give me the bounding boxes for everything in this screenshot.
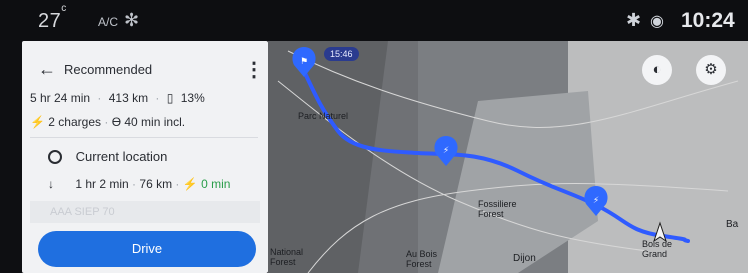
gear-icon: ⚙ (704, 61, 718, 78)
flag-icon: ⚑ (300, 57, 308, 67)
current-location-label: Current location (75, 149, 168, 164)
divider (30, 137, 258, 138)
map-view[interactable]: ⚡ ⚡ ⚑ 15:46 Parc Naturel Fossiliere Fore… (268, 41, 748, 273)
fan-icon[interactable]: ✻ (124, 10, 139, 31)
next-stop-faded: AAA SIEP 70 (30, 201, 260, 223)
route-stats: 5 hr 24 min · 413 km · ▯ 13% (30, 91, 209, 105)
map-label-au-bois: Au Bois Forest (406, 249, 438, 269)
back-arrow-icon[interactable]: ← (38, 59, 56, 80)
bluetooth-icon: ✱ (626, 10, 642, 30)
temperature-readout[interactable]: 27c (38, 3, 67, 33)
charger-icon: ⚡ (443, 146, 449, 156)
current-location-row[interactable]: Current location (48, 149, 167, 164)
separator-dot: · (97, 91, 102, 105)
separator-dot: · (104, 115, 109, 129)
down-arrow-icon: ↓ (48, 177, 54, 191)
route-type-title: Recommended (64, 62, 153, 77)
green-charge-icon: ⚡ (182, 177, 198, 191)
status-bar: 27c A/C ✻ ✱ ◉ 10:24 (0, 0, 748, 40)
separator-dot: · (132, 177, 137, 191)
clock: 10:24 (681, 9, 735, 32)
first-leg-row: ↓ 1 hr 2 min · 76 km · ⚡ 0 min (48, 177, 230, 191)
drive-button[interactable]: Drive (38, 231, 256, 267)
temperature-value: 27 (38, 10, 62, 32)
panel-header: ← Recommended ⋮ (38, 57, 264, 83)
map-layers-icon: ◐ (652, 61, 662, 78)
map-layers-button[interactable]: ◐ (642, 55, 672, 85)
location-pin-icon (48, 150, 62, 164)
charging-time: 40 min incl. (124, 115, 186, 129)
camera-icon[interactable]: ◉ (650, 11, 664, 31)
map-label-fossiliere: Fossiliere Forest (478, 199, 517, 219)
map-label-bois-de-grand: Bois de Grand (642, 239, 673, 259)
leg-duration: 1 hr 2 min (75, 177, 129, 191)
ac-label[interactable]: A/C (98, 15, 118, 29)
separator-dot: · (155, 91, 160, 105)
plug-icon: ϴ (111, 115, 122, 129)
battery-percentage: 13% (180, 91, 205, 105)
charging-info: ⚡ 2 charges · ϴ 40 min incl. (30, 115, 185, 129)
route-duration: 5 hr 24 min (30, 91, 91, 105)
route-distance: 413 km (108, 91, 149, 105)
battery-icon: ▯ (166, 91, 174, 105)
map-label-national: National Forest (270, 247, 304, 267)
map-settings-button[interactable]: ⚙ (696, 55, 726, 85)
car-infotainment-screen: 27c A/C ✻ ✱ ◉ 10:24 ← Recommended ⋮ 5 hr… (0, 0, 748, 273)
separator-dot: · (175, 177, 180, 191)
leg-distance: 76 km (139, 177, 173, 191)
charger-icon: ⚡ (30, 115, 45, 129)
route-summary-panel: ← Recommended ⋮ 5 hr 24 min · 413 km · ▯… (22, 41, 268, 273)
map-label-dijon: Dijon (513, 253, 536, 264)
map-label-park: Parc Naturel (298, 111, 349, 121)
charges-count: 2 charges (48, 115, 101, 129)
map-label-ba: Ba (726, 219, 739, 230)
more-options-icon[interactable]: ⋮ (244, 57, 264, 82)
leg-charge-time: 0 min (201, 177, 231, 191)
charger-icon: ⚡ (593, 196, 599, 206)
arrival-time-pill: 15:46 (324, 47, 359, 61)
temperature-unit: c (61, 3, 67, 15)
